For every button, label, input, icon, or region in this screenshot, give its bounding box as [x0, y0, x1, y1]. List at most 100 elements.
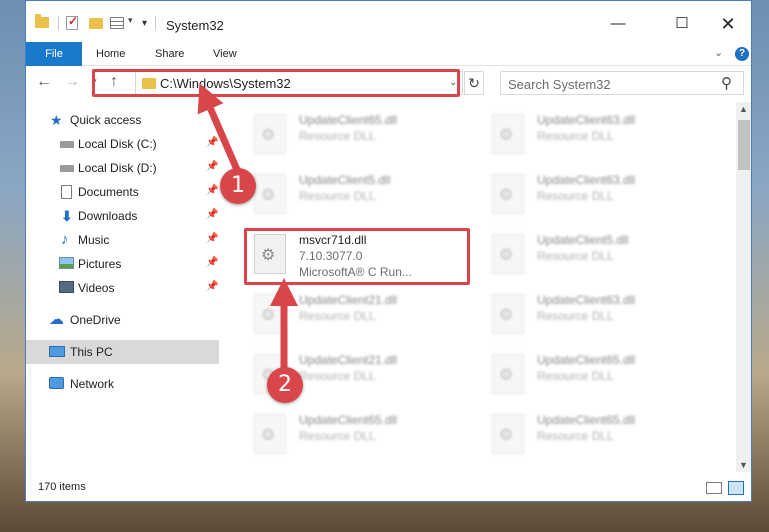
file-description: Resource DLL	[299, 309, 376, 323]
file-name: UpdateClient21.dll	[299, 293, 398, 307]
pin-icon[interactable]: 📌	[206, 233, 218, 244]
file-description: Resource DLL	[537, 189, 614, 203]
window-title: System32	[166, 18, 224, 33]
dll-file-icon	[492, 114, 524, 154]
pin-icon[interactable]: 📌	[206, 137, 218, 148]
tab-home[interactable]: Home	[96, 42, 125, 66]
sidebar-item-onedrive[interactable]: ☁ OneDrive	[26, 308, 219, 332]
search-icon[interactable]: ⚲	[721, 74, 732, 92]
pin-icon[interactable]: 📌	[206, 185, 218, 196]
navigation-pane: ★ Quick access Local Disk (C:) 📌 Local D…	[26, 102, 219, 472]
step-1-badge: 1	[220, 168, 256, 204]
pin-icon[interactable]: 📌	[206, 257, 218, 268]
onedrive-icon: ☁	[49, 311, 64, 328]
sidebar-item-label: Pictures	[78, 257, 122, 271]
sidebar-item-label: Local Disk (C:)	[78, 137, 157, 151]
properties-icon[interactable]	[66, 14, 78, 30]
refresh-button[interactable]: ↻	[464, 71, 484, 95]
file-tile[interactable]: UpdateClient65.dll Resource DLL	[246, 406, 474, 458]
chevron-down-icon[interactable]: ▾	[128, 15, 133, 26]
file-tile[interactable]: UpdateClient5.dll Resource DLL	[246, 166, 474, 218]
file-description: Resource DLL	[299, 369, 376, 383]
scroll-down-icon[interactable]: ▼	[739, 460, 748, 470]
sidebar-item-videos[interactable]: Videos 📌	[26, 276, 219, 300]
dll-file-icon	[492, 354, 524, 394]
file-name: UpdateClient65.dll	[299, 413, 398, 427]
search-input[interactable]: Search System32 ⚲	[500, 71, 744, 95]
videos-icon	[59, 281, 74, 293]
file-name: UpdateClient65.dll	[537, 353, 636, 367]
pc-icon	[49, 346, 65, 357]
downloads-icon: ⬇	[61, 208, 73, 224]
scroll-up-icon[interactable]: ▲	[739, 104, 748, 114]
file-name: UpdateClient63.dll	[537, 113, 636, 127]
minimize-button[interactable]: —	[595, 9, 641, 39]
status-bar: 170 items	[26, 473, 751, 501]
drive-icon	[60, 141, 74, 148]
sidebar-item-local-disk-d[interactable]: Local Disk (D:) 📌	[26, 156, 219, 180]
ribbon: File Home Share View ⌄ ?	[26, 42, 751, 66]
file-name: UpdateClient5.dll	[537, 233, 629, 247]
sidebar-item-label: Documents	[78, 185, 139, 199]
file-tile[interactable]: UpdateClient63.dll Resource DLL	[484, 166, 712, 218]
file-name: UpdateClient5.dll	[299, 173, 391, 187]
back-arrow-icon[interactable]: ←	[36, 73, 52, 91]
customize-toolbar-icon[interactable]: ▾	[142, 18, 147, 29]
item-count: 170 items	[38, 481, 86, 493]
file-highlight	[244, 228, 470, 285]
file-tile[interactable]: UpdateClient21.dll Resource DLL	[246, 286, 474, 338]
details-view-icon[interactable]	[706, 482, 722, 494]
file-tile[interactable]: UpdateClient65.dll Resource DLL	[246, 106, 474, 158]
sidebar-item-network[interactable]: Network	[26, 372, 219, 396]
file-tile[interactable]: UpdateClient63.dll Resource DLL	[484, 286, 712, 338]
sidebar-item-label: Music	[78, 233, 110, 247]
sidebar-item-label: Videos	[78, 281, 115, 295]
dll-file-icon	[492, 234, 524, 274]
new-folder-icon[interactable]	[89, 18, 103, 29]
scroll-thumb[interactable]	[738, 120, 750, 170]
file-description: Resource DLL	[537, 429, 614, 443]
sidebar-item-downloads[interactable]: ⬇ Downloads 📌	[26, 204, 219, 228]
sidebar-item-quick-access[interactable]: ★ Quick access	[26, 108, 219, 132]
file-description: Resource DLL	[537, 309, 614, 323]
tab-share[interactable]: Share	[155, 42, 184, 66]
dll-file-icon	[254, 414, 286, 454]
pin-icon[interactable]: 📌	[206, 161, 218, 172]
file-tile[interactable]: UpdateClient65.dll Resource DLL	[484, 346, 712, 398]
tab-file[interactable]: File	[26, 42, 82, 66]
vertical-scrollbar[interactable]: ▲ ▼	[736, 102, 751, 472]
dll-file-icon	[492, 174, 524, 214]
file-name: UpdateClient21.dll	[299, 353, 398, 367]
pin-icon[interactable]: 📌	[206, 281, 218, 292]
forward-arrow-icon[interactable]: →	[64, 73, 80, 91]
pin-icon[interactable]: 📌	[206, 209, 218, 220]
sidebar-item-label: Network	[70, 377, 115, 391]
step-2-badge: 2	[267, 367, 303, 403]
folder-icon	[35, 14, 49, 28]
tab-view[interactable]: View	[213, 42, 237, 66]
sidebar-item-music[interactable]: ♪ Music 📌	[26, 228, 219, 252]
large-icons-view-icon[interactable]	[728, 481, 744, 495]
sidebar-item-documents[interactable]: Documents 📌	[26, 180, 219, 204]
sidebar-item-label: OneDrive	[70, 313, 121, 327]
sidebar-item-pictures[interactable]: Pictures 📌	[26, 252, 219, 276]
expand-ribbon-icon[interactable]: ⌄	[714, 46, 723, 59]
file-list: UpdateClient65.dll Resource DLL UpdateCl…	[219, 102, 736, 472]
file-tile[interactable]: UpdateClient5.dll Resource DLL	[484, 226, 712, 278]
maximize-button[interactable]: ☐	[659, 9, 705, 39]
divider	[155, 16, 156, 30]
view-icon[interactable]	[110, 17, 124, 29]
star-icon: ★	[50, 112, 63, 128]
sidebar-item-this-pc[interactable]: This PC	[26, 340, 219, 364]
network-icon	[49, 377, 64, 389]
sidebar-item-local-disk-c[interactable]: Local Disk (C:) 📌	[26, 132, 219, 156]
documents-icon	[61, 185, 72, 199]
help-icon[interactable]: ?	[735, 47, 749, 61]
close-button[interactable]: ✕	[705, 9, 751, 39]
file-tile[interactable]: UpdateClient63.dll Resource DLL	[484, 106, 712, 158]
sidebar-item-label: Local Disk (D:)	[78, 161, 157, 175]
file-description: Resource DLL	[299, 129, 376, 143]
file-tile[interactable]: UpdateClient65.dll Resource DLL	[484, 406, 712, 458]
file-name: UpdateClient63.dll	[537, 173, 636, 187]
pictures-icon	[59, 257, 74, 269]
